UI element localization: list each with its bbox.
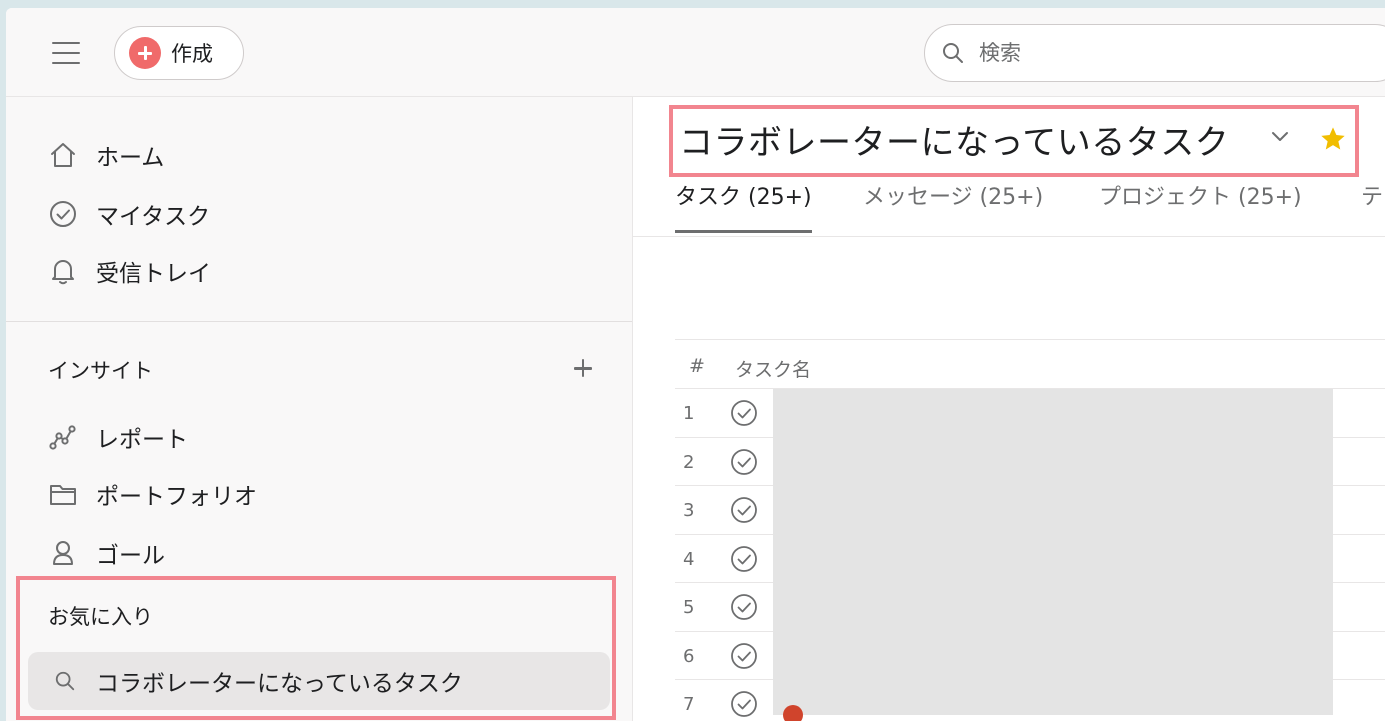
search-icon xyxy=(55,671,75,691)
sidebar-divider xyxy=(6,321,632,322)
star-icon[interactable] xyxy=(1319,125,1347,153)
sidebar-item-label: ゴール xyxy=(96,543,165,569)
check-circle-icon[interactable] xyxy=(729,398,759,428)
row-number: 5 xyxy=(683,597,695,618)
check-circle-icon[interactable] xyxy=(729,544,759,574)
check-circle-icon xyxy=(50,201,76,227)
hamburger-menu-icon[interactable] xyxy=(52,42,80,64)
tab-more[interactable]: テ xyxy=(1361,179,1383,233)
create-button-label: 作成 xyxy=(171,42,213,66)
sidebar-item-reports[interactable]: レポート xyxy=(48,417,188,457)
row-number: 3 xyxy=(683,500,695,521)
check-circle-icon[interactable] xyxy=(729,641,759,671)
goal-person-icon xyxy=(53,541,73,565)
row-number: 2 xyxy=(683,451,695,473)
row-number: 6 xyxy=(683,645,695,667)
table-top-divider xyxy=(675,339,1385,340)
favorite-item-label: コラボレーターになっているタスク xyxy=(96,671,463,697)
sidebar-item-label: 受信トレイ xyxy=(96,261,211,287)
section-title-favorites: お気に入り xyxy=(48,605,153,629)
sidebar: ホーム マイタスク 受信トレイ インサイト レポート ポートフォリオ ゴール お… xyxy=(6,97,633,721)
task-tag-dot xyxy=(783,705,803,721)
add-insight-plus-icon[interactable] xyxy=(572,357,594,379)
report-graph-icon xyxy=(49,425,76,450)
tab-messages[interactable]: メッセージ (25+) xyxy=(863,179,1043,233)
page-title: コラボレーターになっているタスク xyxy=(679,123,1230,163)
home-icon xyxy=(51,143,75,167)
check-circle-icon[interactable] xyxy=(729,495,759,525)
search-box[interactable] xyxy=(924,24,1385,82)
sidebar-item-label: マイタスク xyxy=(96,204,211,230)
sidebar-item-label: ポートフォリオ xyxy=(96,484,257,510)
column-header-number: # xyxy=(689,355,705,377)
section-title-insights: インサイト xyxy=(48,359,153,383)
row-number: 7 xyxy=(683,694,695,715)
main-content: コラボレーターになっているタスク タスク (25+) メッセージ (25+) プ… xyxy=(633,97,1385,721)
search-icon xyxy=(943,43,963,63)
app-window: 作成 ホーム マイタスク xyxy=(6,8,1385,721)
chevron-down-icon[interactable] xyxy=(1269,129,1291,145)
sidebar-item-label: レポート xyxy=(96,427,188,453)
folder-icon xyxy=(50,485,76,505)
create-button[interactable]: 作成 xyxy=(114,26,244,80)
sidebar-item-home[interactable]: ホーム xyxy=(48,135,164,175)
search-input[interactable] xyxy=(977,40,1361,66)
sidebar-item-portfolios[interactable]: ポートフォリオ xyxy=(48,474,257,514)
sidebar-item-goals[interactable]: ゴール xyxy=(48,533,165,573)
plus-icon xyxy=(129,37,161,69)
sidebar-item-label: ホーム xyxy=(96,145,165,171)
bell-icon xyxy=(52,260,74,285)
check-circle-icon[interactable] xyxy=(729,689,759,719)
sidebar-item-inbox[interactable]: 受信トレイ xyxy=(48,251,211,291)
check-circle-icon[interactable] xyxy=(729,592,759,622)
tabs-divider xyxy=(633,236,1385,237)
top-bar: 作成 xyxy=(6,8,1385,97)
redacted-task-names xyxy=(773,389,1333,715)
check-circle-icon[interactable] xyxy=(729,447,759,477)
favorite-item-collaborator-tasks[interactable]: コラボレーターになっているタスク xyxy=(28,652,610,710)
column-header-task-name[interactable]: タスク名 xyxy=(735,355,811,382)
sidebar-item-my-tasks[interactable]: マイタスク xyxy=(48,194,210,234)
row-number: 1 xyxy=(683,403,695,424)
tab-projects[interactable]: プロジェクト (25+) xyxy=(1099,179,1302,233)
row-number: 4 xyxy=(683,548,695,570)
tab-tasks[interactable]: タスク (25+) xyxy=(675,179,812,233)
